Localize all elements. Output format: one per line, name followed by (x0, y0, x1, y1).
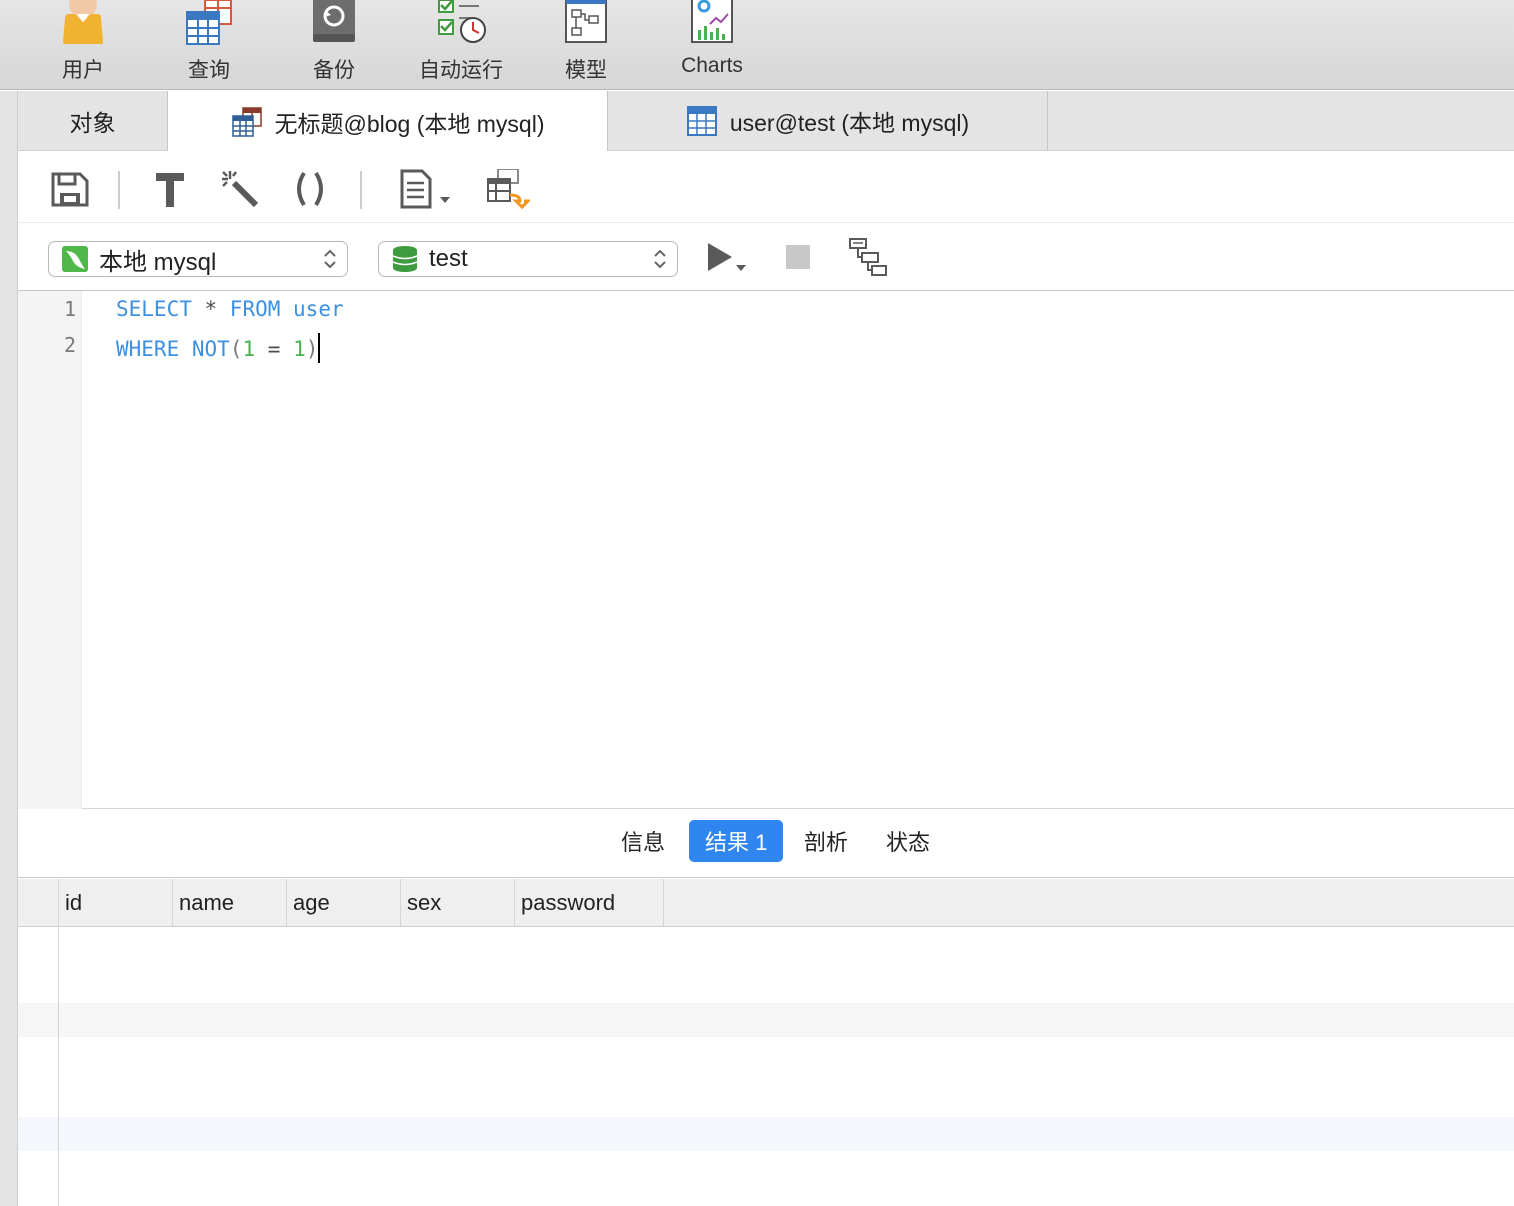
empty-row-stripe (18, 1003, 1514, 1037)
empty-row-stripe (18, 1117, 1514, 1151)
toolbar-automation-button[interactable]: 自动运行 (406, 0, 516, 90)
mysql-connection-icon (61, 245, 89, 273)
save-icon[interactable] (50, 169, 90, 209)
toolbar-query-button[interactable]: 查询 (154, 0, 264, 90)
left-sidebar-edge (0, 91, 18, 1206)
sql-space (179, 337, 192, 361)
model-icon (558, 0, 614, 46)
chevron-updown-icon (653, 248, 667, 270)
chevron-updown-icon (323, 248, 337, 270)
database-select[interactable]: test (378, 241, 678, 277)
toolbar-separator (118, 171, 120, 209)
toolbar-user-button[interactable]: 用户 (28, 0, 138, 90)
stop-button[interactable] (784, 243, 812, 271)
sql-keyword: WHERE (116, 337, 180, 361)
column-header-name[interactable]: name (172, 879, 286, 926)
automation-icon (433, 0, 489, 46)
run-button[interactable] (706, 239, 754, 279)
tab-query-untitled[interactable]: 无标题@blog (本地 mysql) (168, 91, 608, 152)
connection-bar: 本地 mysql test (18, 223, 1514, 291)
snippet-icon[interactable] (398, 169, 458, 209)
sql-operator: * (191, 297, 230, 321)
query-tab-icon (231, 106, 263, 138)
code-line: SELECT * FROM user (116, 297, 344, 321)
toolbar-automation-label: 自动运行 (419, 59, 503, 82)
main-toolbar: 用户 查询 备份 自动运行 模型 Charts (0, 0, 1514, 90)
sql-keyword: FROM (229, 297, 281, 321)
sql-editor[interactable]: SELECT * FROM user WHERE NOT(1 = 1) (82, 291, 1514, 809)
toolbar-user-label: 用户 (62, 59, 104, 82)
toolbar-charts-button[interactable]: Charts (657, 0, 767, 90)
sql-paren: ( (229, 337, 243, 361)
line-number: 2 (63, 333, 76, 357)
tab-query-label: 无标题@blog (本地 mysql) (274, 110, 545, 137)
sql-number: 1 (293, 337, 306, 361)
connection-select-value: 本地 mysql (99, 248, 217, 276)
tab-bar: 对象 无标题@blog (本地 mysql) user@test (本地 mys… (18, 91, 1514, 152)
backup-icon (306, 0, 362, 46)
tab-objects[interactable]: 对象 (18, 91, 168, 151)
row-header-divider (58, 927, 59, 1206)
toolbar-charts-label: Charts (681, 54, 743, 77)
toolbar-model-button[interactable]: 模型 (531, 0, 641, 90)
toolbar-query-label: 查询 (188, 59, 230, 82)
text-cursor (318, 333, 321, 363)
connection-select[interactable]: 本地 mysql (48, 241, 348, 277)
toolbar-backup-label: 备份 (313, 59, 355, 82)
tab-user-label: user@test (本地 mysql) (729, 110, 970, 136)
sql-number: 1 (242, 337, 256, 361)
user-icon (55, 0, 111, 46)
column-header-id[interactable]: id (58, 879, 172, 926)
result-grid-body[interactable] (18, 927, 1514, 1206)
database-select-value: test (429, 245, 468, 272)
sql-space (280, 297, 293, 321)
sql-keyword: SELECT (116, 297, 192, 321)
parentheses-icon[interactable] (290, 169, 330, 209)
explain-button[interactable] (848, 237, 888, 277)
explain-tree-icon (849, 238, 887, 276)
stop-icon (786, 245, 810, 269)
tab-info[interactable]: 信息 (605, 820, 681, 862)
column-header-password[interactable]: password (514, 879, 664, 926)
play-icon (708, 243, 746, 271)
tab-profile[interactable]: 剖析 (788, 820, 864, 862)
sql-identifier: user (293, 297, 344, 321)
charts-icon (684, 0, 740, 46)
column-header-age[interactable]: age (286, 879, 400, 926)
result-grid-header: id name age sex password (18, 879, 1514, 927)
database-icon (391, 245, 419, 273)
query-icon (181, 0, 237, 46)
tab-objects-label: 对象 (69, 110, 116, 136)
sql-operator: = (255, 337, 294, 361)
result-tabs: 信息 结果 1 剖析 状态 (18, 810, 1514, 878)
line-number-gutter: 1 2 (18, 291, 82, 809)
editor-toolbar (18, 151, 1514, 223)
tab-user-table[interactable]: user@test (本地 mysql) (608, 91, 1048, 151)
tab-status[interactable]: 状态 (870, 820, 946, 862)
column-header-sex[interactable]: sex (400, 879, 514, 926)
table-tab-icon (686, 105, 718, 137)
tab-result-1[interactable]: 结果 1 (689, 820, 784, 862)
code-line: WHERE NOT(1 = 1) (116, 333, 321, 363)
toolbar-backup-button[interactable]: 备份 (279, 0, 389, 90)
sql-keyword: NOT (191, 337, 230, 361)
toolbar-separator (360, 171, 362, 209)
export-result-icon[interactable] (486, 168, 532, 210)
beautify-wand-icon[interactable] (220, 169, 260, 209)
format-hammer-icon[interactable] (150, 169, 190, 209)
sql-paren: ) (305, 337, 319, 361)
toolbar-model-label: 模型 (565, 59, 607, 82)
line-number: 1 (63, 297, 76, 321)
